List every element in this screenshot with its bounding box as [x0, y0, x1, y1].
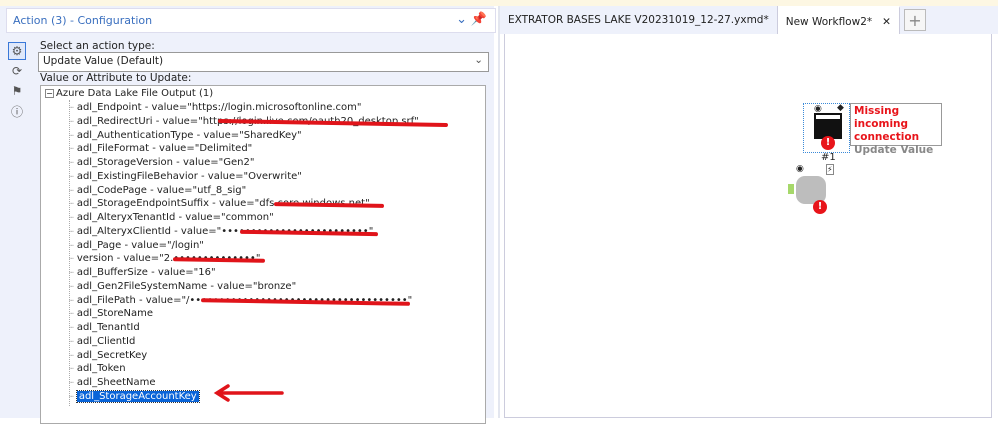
tree-connector: ┄ — [69, 295, 74, 305]
input-anchor[interactable] — [788, 184, 794, 194]
tree-connector: ┄ — [69, 144, 74, 154]
tree-connector: ┄ — [69, 254, 74, 264]
output-tool[interactable]: ◉ ⚡ ! — [788, 164, 838, 214]
tree-connector: ┄ — [69, 213, 74, 222]
select-action-label: Select an action type: — [40, 40, 155, 52]
tree-item-label: adl_StoreName — [76, 308, 154, 320]
tree-connector: ┄ — [69, 364, 74, 374]
tree-item[interactable]: ┄ adl_AuthenticationType - value="SharedK… — [69, 129, 302, 142]
tree-item[interactable]: ┄ adl_TenantId — [69, 321, 140, 334]
tree-item-label: adl_StorageAccountKey — [75, 389, 200, 403]
tree-item-label: adl_CodePage - value="utf_8_sig" — [76, 184, 247, 196]
clapperboard-icon — [814, 113, 842, 139]
attribute-tree[interactable]: − Azure Data Lake File Output (1) ┄ adl_En… — [40, 85, 486, 424]
tree-connector: ┄ — [69, 199, 74, 209]
tree-item[interactable]: ┄ adl_ClientId — [69, 335, 135, 348]
panel-header: Action (3) - Configuration ⌄ 📌 — [6, 8, 496, 33]
tree-item-label: adl_StorageVersion - value="Gen2" — [76, 157, 255, 168]
action-type-select[interactable]: Update Value (Default) ⌄ — [38, 52, 489, 72]
tree-connector: ┄ — [69, 268, 74, 277]
error-annotation: Missing incoming connection Update Value — [850, 103, 942, 156]
panel-title: Action (3) - Configuration — [13, 14, 153, 27]
tree-connector: ┄ — [69, 309, 74, 319]
error-icon: ! — [813, 200, 827, 214]
tree-item-label: adl_Page - value="/login" — [76, 239, 204, 251]
anchor-icon: ◉ — [796, 164, 804, 174]
tree-item-label: adl_FileFormat - value="Delimited" — [76, 143, 253, 155]
diamond-icon: ◆ — [837, 103, 844, 113]
tree-item[interactable]: ┄ adl_SecretKey — [69, 349, 147, 362]
tree-item[interactable]: ┄ adl_StorageAccountKey — [69, 389, 200, 403]
tree-item-label: adl_AuthenticationType - value="SharedKe… — [76, 129, 302, 141]
tree-connector: ┄ — [69, 240, 74, 250]
workflow-canvas[interactable] — [504, 34, 992, 418]
tree-item[interactable]: ┄ adl_SheetName — [69, 376, 156, 389]
tree-item-label: adl_SheetName — [76, 377, 156, 388]
tree-item-label: adl_ClientId — [76, 335, 136, 347]
tree-item[interactable]: ┄ adl_StoreName — [69, 307, 153, 320]
tree-root[interactable]: − Azure Data Lake File Output (1) — [45, 87, 213, 100]
configuration-panel: Action (3) - Configuration ⌄ 📌 ⚙ ⟳ ⚑ ⓘ S… — [0, 6, 496, 424]
tree-item[interactable]: ┄ adl_FileFormat - value="Delimited" — [69, 142, 252, 155]
tree-connector: ┄ — [69, 226, 74, 236]
tree-item[interactable]: ┄ adl_BufferSize - value="16" — [69, 266, 216, 279]
action-type-value: Update Value (Default) — [43, 55, 164, 67]
tree-item[interactable]: ┄ adl_StorageVersion - value="Gen2" — [69, 156, 254, 169]
tree-item[interactable]: ┄ adl_ExistingFileBehavior - value="Overw… — [69, 170, 302, 183]
lightning-icon: ⚡ — [826, 164, 834, 175]
tree-item-label: adl_TenantId — [76, 322, 140, 333]
tree-item-label: adl_Endpoint - value="https://login.micr… — [76, 102, 362, 113]
workflow-area: EXTRATOR BASES LAKE V20231019_12-27.yxmd… — [498, 6, 998, 418]
tree-connector: ┄ — [69, 323, 74, 332]
tree-connector: ┄ — [69, 281, 74, 291]
tree-connector: ┄ — [69, 378, 74, 387]
tree-item-label: adl_BufferSize - value="16" — [76, 267, 216, 278]
tree-item-label: adl_Token — [76, 363, 126, 375]
tree-connector: ┄ — [69, 158, 74, 167]
error-icon: ! — [821, 136, 835, 150]
connection-icon[interactable]: ⟳ — [8, 62, 26, 80]
tab-label: New Workflow2* — [785, 16, 873, 28]
side-toolbar: ⚙ ⟳ ⚑ ⓘ — [8, 42, 28, 122]
tree-label: Value or Attribute to Update: — [40, 72, 192, 84]
anchor-icon: ◉ — [814, 104, 822, 114]
tree-connector: ┄ — [69, 103, 74, 112]
red-arrow-annotation — [213, 384, 284, 402]
tree-item[interactable]: ┄ adl_CodePage - value="utf_8_sig" — [69, 184, 246, 197]
action-tool[interactable]: ◉ ◆ ! — [803, 103, 850, 153]
pin-icon[interactable]: 📌 — [471, 12, 487, 27]
new-tab-button[interactable]: + — [903, 9, 926, 31]
tree-item[interactable]: ┄ adl_Token — [69, 362, 126, 375]
tag-icon[interactable]: ⚑ — [8, 82, 26, 100]
tree-connector: ┄ — [69, 185, 74, 195]
help-icon[interactable]: ⓘ — [8, 102, 26, 120]
gear-icon[interactable]: ⚙ — [8, 42, 26, 60]
tree-item-label: adl_Gen2FileSystemName - value="bronze" — [76, 280, 297, 292]
tree-connector: ┄ — [69, 171, 74, 181]
tree-item[interactable]: ┄ adl_Gen2FileSystemName - value="bronze" — [69, 280, 296, 293]
close-icon[interactable]: ✕ — [882, 16, 891, 28]
chevron-down-icon[interactable]: ⌄ — [456, 12, 467, 27]
tree-item-label: adl_ExistingFileBehavior - value="Overwr… — [76, 170, 302, 182]
tab-label: EXTRATOR BASES LAKE V20231019_12-27.yxmd… — [508, 14, 769, 26]
chevron-down-icon: ⌄ — [474, 54, 483, 66]
tree-item[interactable]: ┄ adl_AlteryxTenantId - value="common" — [69, 211, 274, 224]
tree-connector: ┄ — [69, 350, 74, 360]
tree-item-label: adl_AlteryxTenantId - value="common" — [76, 212, 274, 223]
tree-connector: ┄ — [69, 130, 74, 140]
tab-workflow[interactable]: New Workflow2* ✕ — [777, 6, 900, 34]
tree-item-label: adl_SecretKey — [76, 349, 148, 361]
tab-bar: EXTRATOR BASES LAKE V20231019_12-27.yxmd… — [500, 6, 998, 34]
tab-workflow[interactable]: EXTRATOR BASES LAKE V20231019_12-27.yxmd… — [500, 6, 778, 34]
collapse-icon[interactable]: − — [45, 89, 54, 98]
tree-item[interactable]: ┄ adl_Endpoint - value="https://login.mic… — [69, 101, 362, 114]
tree-connector: ┄ — [69, 391, 74, 401]
tool-id: #1 — [821, 152, 836, 163]
tree-connector: ┄ — [69, 116, 74, 126]
tree-connector: ┄ — [69, 336, 74, 346]
tree-item[interactable]: ┄ adl_Page - value="/login" — [69, 239, 204, 252]
